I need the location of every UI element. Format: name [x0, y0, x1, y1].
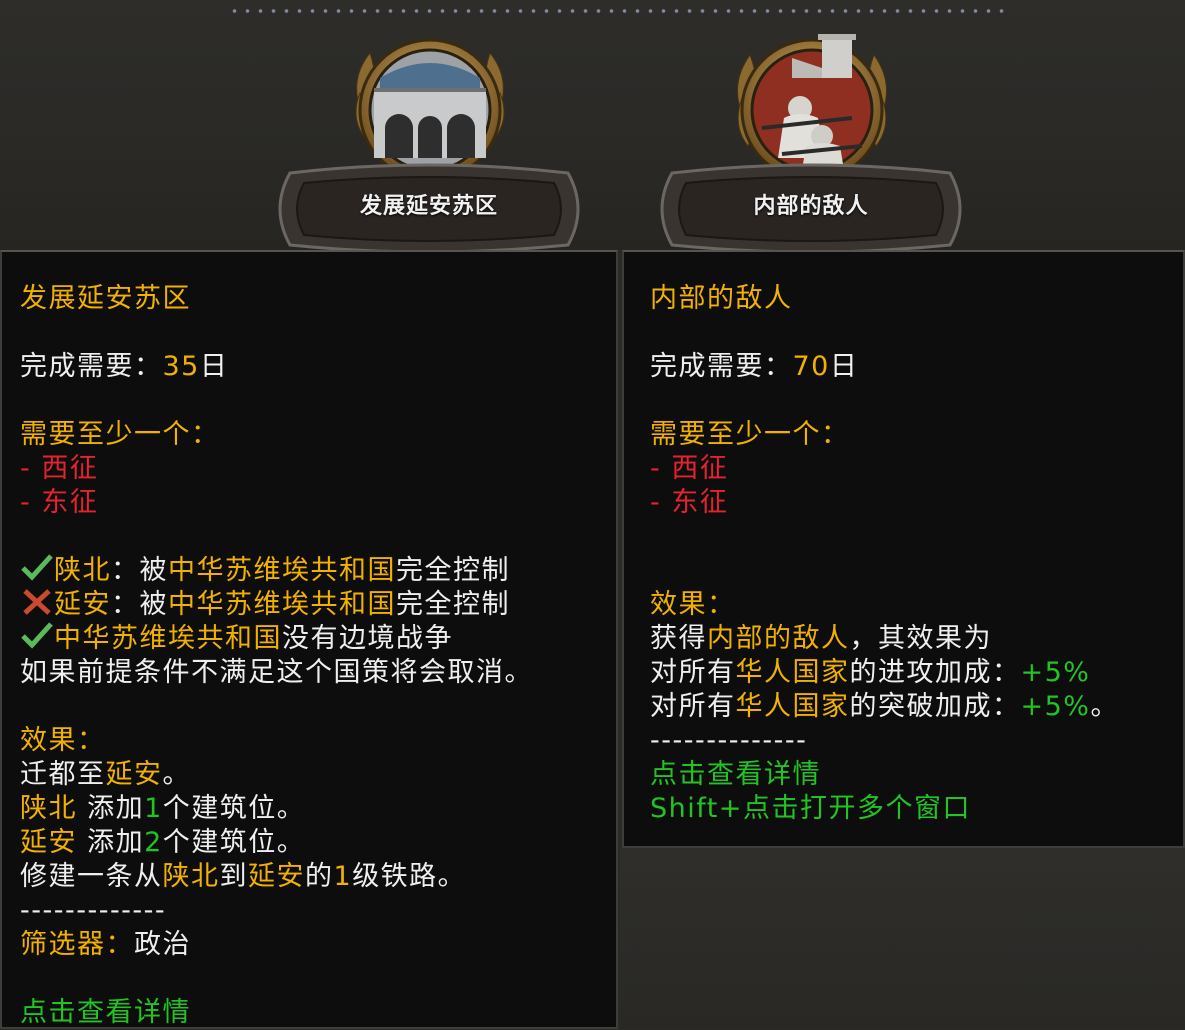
focus-node-internal-enemy[interactable]: 内部的敌人 [652, 18, 972, 254]
condition-row: 延安：被中华苏维埃共和国完全控制 [20, 588, 616, 622]
required-focus: - 东征 [20, 487, 99, 518]
effect-line: 陕北 添加1个建筑位。 [20, 793, 306, 824]
focus-name-label: 内部的敌人 [753, 194, 869, 219]
cross-icon [23, 589, 51, 615]
background-area [620, 848, 1185, 1029]
effect-line: 对所有华人国家的进攻加成：+5% [650, 657, 1091, 688]
effect-line: 获得内部的敌人，其效果为 [650, 623, 992, 654]
requires-label: 需要至少一个： [650, 419, 850, 450]
filter-row: 筛选器：政治 [20, 929, 191, 960]
effect-line: 迁都至延安。 [20, 759, 191, 790]
effect-line: 对所有华人国家的突破加成：+5%。 [650, 691, 1119, 722]
shift-click-hint[interactable]: Shift+点击打开多个窗口 [650, 792, 1183, 826]
condition-row: 中华苏维埃共和国没有边境战争 [20, 622, 616, 656]
focus-node-yanan-soviet[interactable]: 发展延安苏区 [270, 18, 590, 254]
completion-time: 完成需要：70日 [650, 351, 859, 382]
required-focus: - 东征 [650, 487, 729, 518]
focus-tree-area: 发展延安苏区 内部的敌人 [0, 0, 1185, 254]
tooltip-title: 内部的敌人 [650, 283, 793, 314]
required-focus: - 西征 [650, 453, 729, 484]
effect-line: 修建一条从陕北到延安的1级铁路。 [20, 861, 467, 892]
required-focus: - 西征 [20, 453, 99, 484]
tooltip-title: 发展延安苏区 [20, 283, 191, 314]
focus-tooltip-right: 内部的敌人 完成需要：70日 需要至少一个： - 西征 - 东征 效果： 获得内… [622, 250, 1185, 848]
divider: ------------- [20, 895, 167, 926]
condition-row: 陕北：被中华苏维埃共和国完全控制 [20, 554, 616, 588]
completion-time: 完成需要：35日 [20, 351, 229, 382]
focus-connector-line [228, 6, 1008, 16]
divider: -------------- [650, 725, 808, 756]
effects-label: 效果： [20, 725, 106, 756]
effects-label: 效果： [650, 589, 736, 620]
requires-label: 需要至少一个： [20, 419, 220, 450]
check-icon [21, 622, 53, 649]
click-details-hint[interactable]: 点击查看详情 [650, 758, 1183, 792]
cancel-note: 如果前提条件不满足这个国策将会取消。 [20, 657, 533, 688]
focus-name-label: 发展延安苏区 [359, 194, 498, 219]
click-details-hint[interactable]: 点击查看详情 [20, 996, 616, 1030]
effect-line: 延安 添加2个建筑位。 [20, 827, 306, 858]
check-icon [21, 554, 53, 581]
focus-tooltip-left: 发展延安苏区 完成需要：35日 需要至少一个： - 西征 - 东征 陕北：被中华… [0, 250, 618, 1029]
